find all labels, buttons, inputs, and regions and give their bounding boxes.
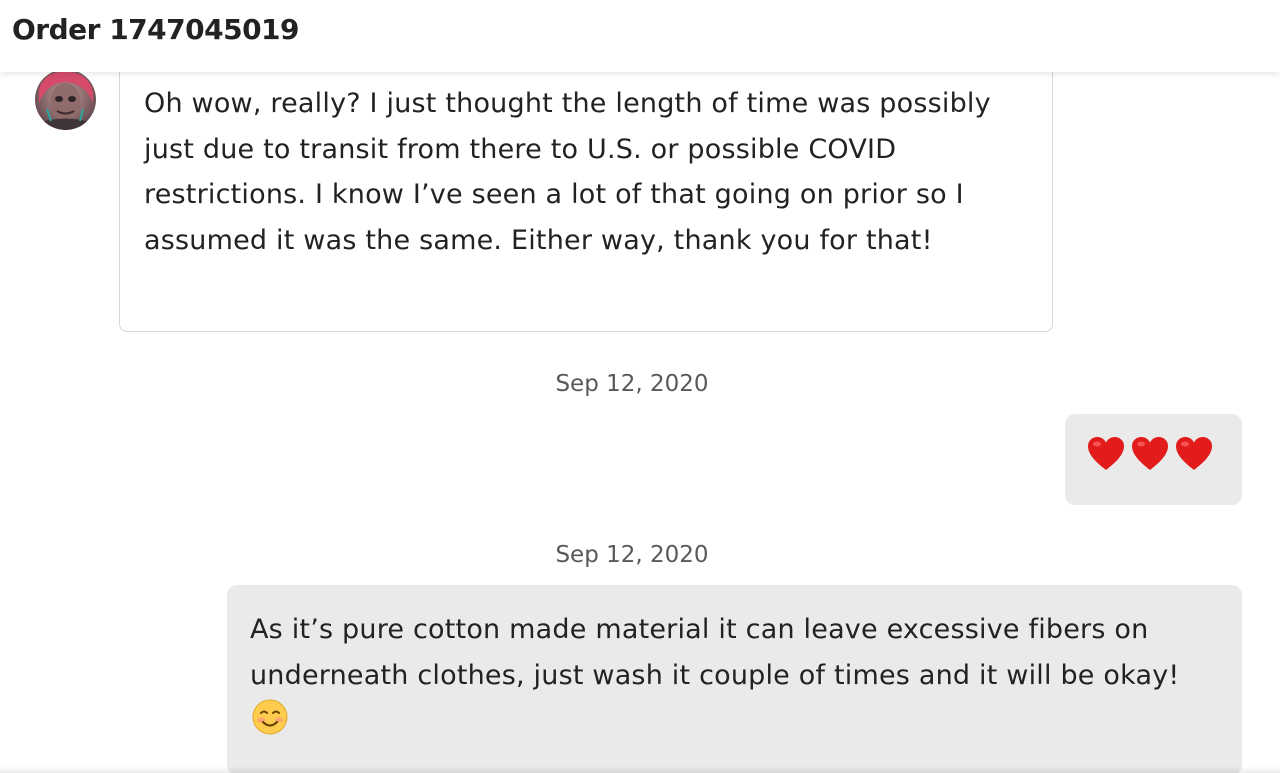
message-date: Sep 12, 2020 [555,542,709,568]
conversation-header: Order 1747045019 [0,0,1280,72]
conversation-page: Oh wow, really? I just thought the lengt… [0,0,1280,773]
outgoing-message-bubble [1065,414,1242,505]
heart-icon [1087,436,1125,482]
message-thread[interactable]: Oh wow, really? I just thought the lengt… [0,0,1280,773]
smiling-face-icon [252,699,288,750]
message-date: Sep 12, 2020 [555,371,709,397]
scroll-edge-shadow [0,766,1280,773]
heart-emoji-group [1087,436,1213,482]
avatar[interactable] [35,69,96,130]
outgoing-message-text: As it’s pure cotton made material it can… [250,607,1210,750]
user-avatar-icon [35,69,96,130]
incoming-message-text: Oh wow, really? I just thought the lengt… [144,88,991,256]
incoming-message-bubble: Oh wow, really? I just thought the lengt… [119,60,1053,332]
outgoing-message-body: As it’s pure cotton made material it can… [250,614,1180,691]
heart-icon [1175,436,1213,482]
outgoing-message-bubble: As it’s pure cotton made material it can… [227,585,1242,773]
page-title: Order 1747045019 [12,13,300,46]
heart-icon [1131,436,1169,482]
